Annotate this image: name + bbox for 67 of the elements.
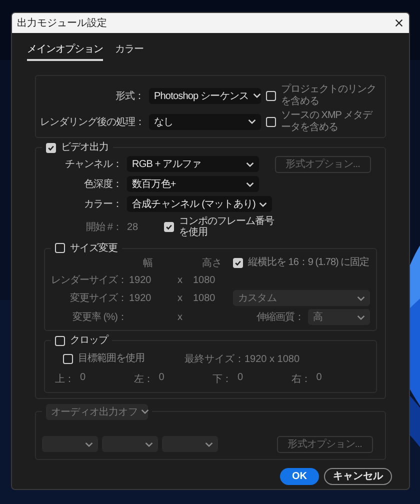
chevron-down-icon — [259, 202, 268, 206]
chevron-down-icon — [248, 119, 256, 124]
chevron-down-icon — [85, 442, 93, 446]
dropdown[interactable]: 合成チャンネル (マットあり) — [127, 196, 272, 212]
field-label: 形式： — [114, 90, 144, 102]
field-label: 開始 #： — [85, 221, 122, 234]
field-label: 色深度： — [83, 178, 122, 191]
chevron-down-icon — [357, 314, 365, 320]
ok-button[interactable]: OK — [280, 468, 319, 484]
chevron-down-icon — [246, 182, 254, 186]
chevron-down-icon — [205, 442, 213, 446]
width-value: 1920 — [129, 274, 152, 286]
field-label: チャンネル： — [64, 158, 122, 171]
cancel-button[interactable]: キャンセル — [324, 468, 392, 484]
checkbox[interactable] — [55, 243, 65, 254]
checkbox-label: 縦横比を 16：9 (1.78) に固定 — [248, 257, 370, 269]
column-header: 幅 — [142, 257, 154, 270]
checkbox-label: 目標範囲を使用 — [78, 352, 144, 364]
dropdown[interactable]: RGB + アルファ — [127, 156, 259, 172]
edge-value: 0 — [316, 372, 322, 384]
tab[interactable]: カラー — [115, 39, 144, 61]
field-label: 変更サイズ： — [69, 292, 127, 305]
width-value: 1920 — [129, 292, 152, 304]
field-label: 伸縮画質： — [256, 310, 304, 324]
edge-value: 0 — [80, 372, 86, 384]
column-header: 高さ — [201, 256, 223, 270]
checkbox[interactable] — [266, 116, 276, 126]
close-icon — [395, 19, 403, 27]
field-label: レンダリング後の処理： — [40, 116, 144, 128]
dropdown[interactable]: 数百万色+ — [127, 176, 259, 192]
checkbox[interactable] — [55, 336, 65, 346]
dropdown[interactable]: なし — [149, 114, 261, 130]
checkbox-label: プロジェクトのリンクを含める — [281, 84, 377, 107]
height-value: 1080 — [193, 292, 216, 304]
field-label: 右： — [291, 372, 310, 386]
checkbox[interactable] — [233, 258, 243, 268]
times-sign: x — [176, 274, 184, 286]
chevron-down-icon — [252, 93, 261, 98]
times-sign: x — [176, 312, 184, 322]
chevron-down-icon — [145, 442, 153, 446]
chevron-down-icon — [141, 409, 150, 414]
chevron-down-icon — [246, 162, 254, 166]
field-label: 下： — [212, 372, 232, 386]
field-label: レンダーサイズ： — [51, 274, 127, 287]
field-label: 変更率 (%)： — [72, 310, 127, 324]
field-label: 左： — [134, 372, 153, 386]
dropdown[interactable]: Photoshop シーケンス — [149, 88, 261, 104]
checkbox[interactable] — [63, 354, 73, 364]
checkbox-label: コンポのフレーム番号を使用 — [178, 216, 275, 238]
edge-value: 0 — [238, 372, 244, 384]
field-label: 上： — [55, 372, 74, 386]
checkbox-label: クロップ — [70, 335, 108, 346]
checkbox[interactable] — [46, 142, 56, 153]
field-label: カラー： — [83, 198, 122, 211]
edge-value: 0 — [158, 372, 164, 384]
chevron-down-icon — [357, 296, 365, 300]
final-size: 最終サイズ：1920 x 1080 — [184, 352, 300, 366]
checkbox-label: ソースの XMP メタデータを含める — [281, 110, 374, 133]
start-number: 28 — [127, 222, 140, 232]
times-sign: x — [176, 292, 184, 304]
height-value: 1080 — [193, 274, 216, 286]
checkbox-label: サイズ変更 — [70, 242, 118, 254]
checkbox-label: ビデオ出力 — [61, 142, 108, 154]
window-title: 出力モジュール設定 — [17, 16, 107, 30]
checkbox[interactable] — [266, 90, 276, 100]
tab[interactable]: メインオプション — [27, 39, 103, 61]
checkbox[interactable] — [164, 222, 174, 232]
